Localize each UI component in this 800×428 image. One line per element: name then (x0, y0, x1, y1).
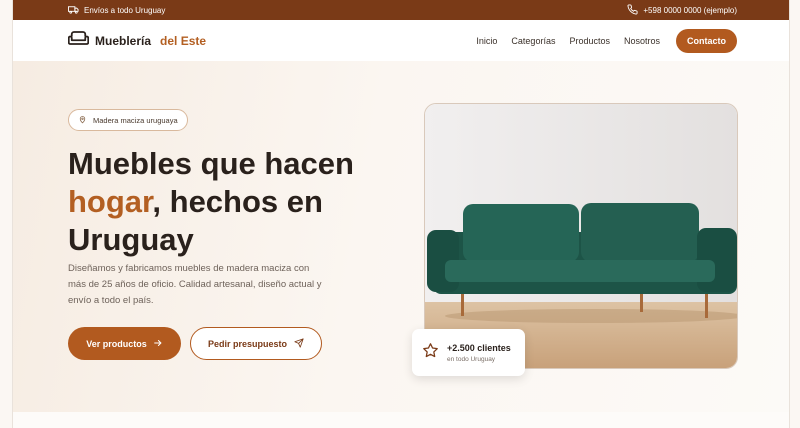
send-icon (294, 337, 304, 350)
phone-info[interactable]: +598 0000 0000 (ejemplo) (627, 3, 737, 17)
stat-value: +2.500 clientes (447, 342, 511, 353)
main-header: Mueblería del Este Inicio Categorías Pro… (13, 20, 789, 62)
shipping-text: Envíos a todo Uruguay (84, 5, 166, 15)
headline-accent: hogar (68, 184, 153, 219)
stat-subtext: en todo Uruguay (447, 355, 496, 363)
arrow-right-icon (153, 338, 163, 350)
brand-accent: del Este (160, 33, 207, 48)
clients-stat-card: +2.500 clientes en todo Uruguay (412, 329, 525, 376)
nav-link-inicio[interactable]: Inicio (476, 36, 497, 46)
top-bar: Envíos a todo Uruguay +598 0000 0000 (ej… (13, 0, 789, 20)
badge-text: Madera maciza uruguaya (93, 115, 178, 125)
phone-text: +598 0000 0000 (ejemplo) (643, 5, 737, 15)
hero-description: Diseñamos y fabricamos muebles de madera… (68, 263, 322, 306)
request-quote-button[interactable]: Pedir presupuesto (190, 327, 322, 360)
hero-headline: Muebles que hacen hogar, hechos en Urugu… (68, 145, 368, 259)
pin-icon (78, 115, 87, 126)
view-products-label: Ver productos (86, 338, 147, 349)
contact-button[interactable]: Contacto (676, 28, 737, 53)
truck-icon (68, 4, 79, 17)
nav-link-nosotros[interactable]: Nosotros (624, 36, 660, 46)
phone-icon (627, 3, 638, 17)
next-section-band (13, 412, 789, 428)
sofa-icon (67, 29, 90, 52)
shipping-info: Envíos a todo Uruguay (68, 4, 165, 17)
star-icon (422, 342, 439, 364)
main-nav: Inicio Categorías Productos Nosotros Con… (476, 28, 737, 53)
brand-name: Mueblería (95, 33, 152, 48)
nav-link-productos[interactable]: Productos (569, 36, 610, 46)
page-frame: Envíos a todo Uruguay +598 0000 0000 (ej… (12, 0, 790, 428)
hero-section: Madera maciza uruguaya Muebles que hacen… (13, 61, 789, 412)
brand-logo[interactable]: Mueblería del Este (67, 29, 207, 52)
hero-badge: Madera maciza uruguaya (68, 109, 188, 131)
stat-text: +2.500 clientes en todo Uruguay (447, 343, 511, 363)
view-products-button[interactable]: Ver productos (68, 327, 181, 360)
headline-part1: Muebles que hacen (68, 146, 354, 181)
request-quote-label: Pedir presupuesto (207, 338, 288, 349)
nav-link-categorias[interactable]: Categorías (511, 36, 555, 46)
